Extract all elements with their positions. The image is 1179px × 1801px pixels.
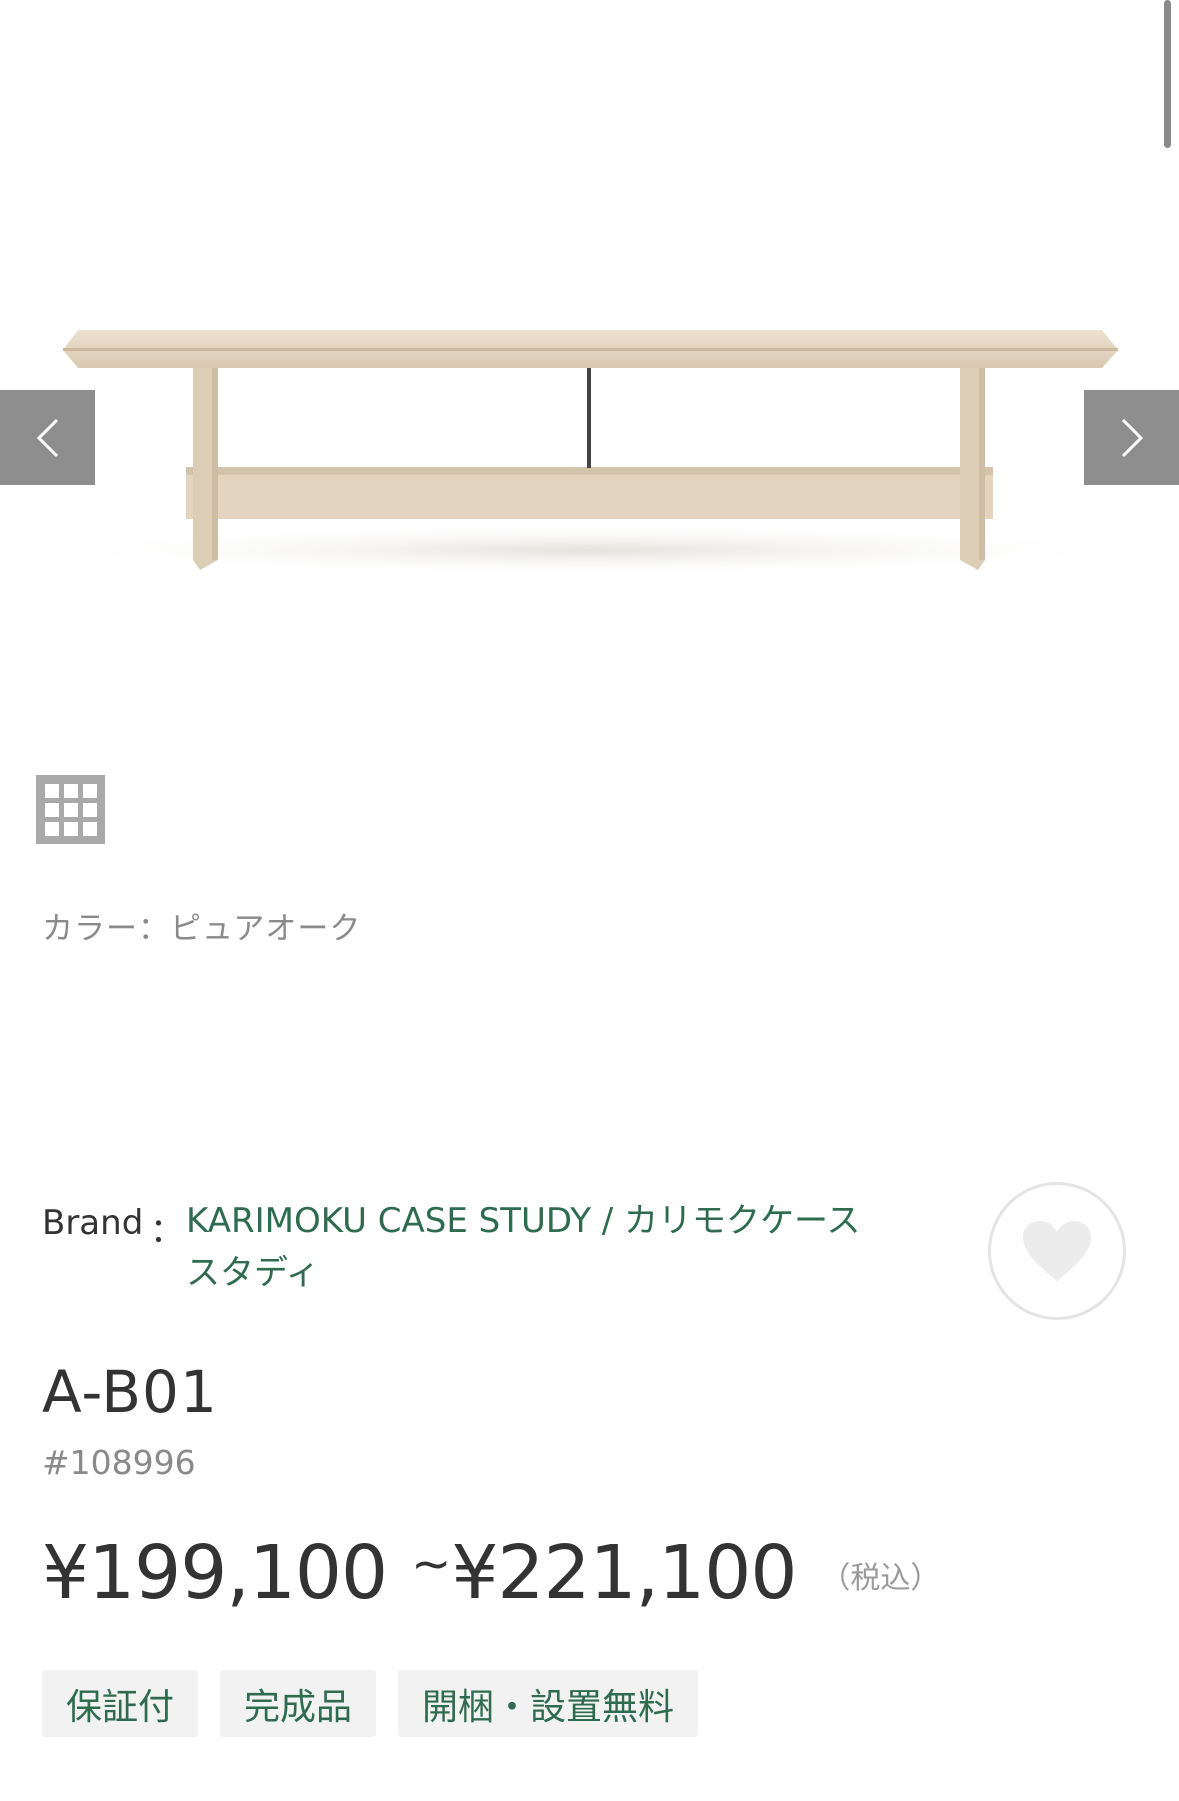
tag-free-setup: 開梱・設置無料 <box>398 1670 699 1737</box>
chevron-left-icon <box>36 418 58 457</box>
price-max: ¥221,100 <box>451 1530 797 1616</box>
product-code: #108996 <box>42 1443 196 1482</box>
chevron-right-icon <box>1121 418 1143 457</box>
tag-assembled: 完成品 <box>220 1670 377 1737</box>
product-name: A-B01 <box>42 1358 218 1426</box>
heart-icon <box>1023 1221 1091 1281</box>
price-tax-note: （税込） <box>820 1561 941 1596</box>
brand-link[interactable]: KARIMOKU CASE STUDY / カリモクケーススタディ <box>186 1195 886 1299</box>
product-image-gallery <box>0 0 1179 700</box>
tag-warranty: 保証付 <box>42 1670 199 1737</box>
color-label: カラー：ピュアオーク <box>42 911 362 947</box>
price-min: ¥199,100 <box>42 1530 388 1616</box>
grid-icon <box>44 783 59 798</box>
brand-colon: ： <box>150 1211 184 1251</box>
feature-tags: 保証付 完成品 開梱・設置無料 <box>42 1670 699 1737</box>
brand-key: Brand <box>42 1203 144 1243</box>
price-row: ¥199,100 ~¥221,100 （税込） <box>42 1530 940 1616</box>
thumbnail-grid-button[interactable] <box>36 775 105 844</box>
bench-product-image <box>30 330 1150 576</box>
favorite-button[interactable] <box>988 1182 1126 1320</box>
price-separator: ~ <box>411 1536 452 1592</box>
gallery-prev-button[interactable] <box>0 390 95 485</box>
gallery-next-button[interactable] <box>1084 390 1179 485</box>
